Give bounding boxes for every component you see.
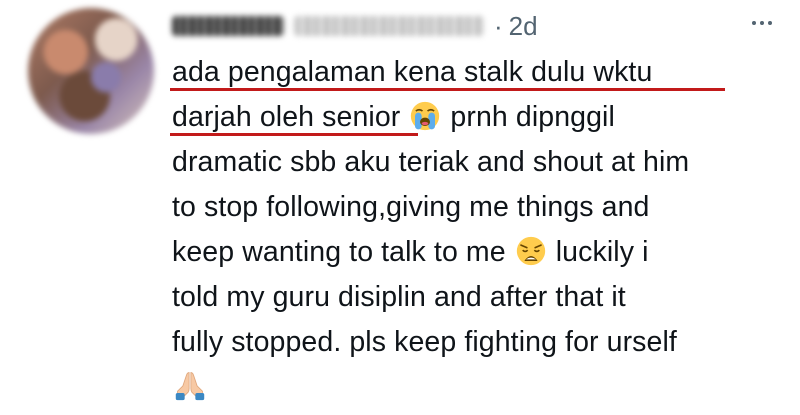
folded-hands-icon — [174, 369, 206, 401]
weary-face-icon — [516, 235, 546, 266]
more-horizontal-icon — [768, 21, 772, 25]
timestamp[interactable]: 2d — [509, 11, 538, 42]
text-segment: dramatic sbb aku teriak and shout at him — [172, 146, 690, 178]
text-line — [172, 365, 792, 410]
avatar[interactable] — [28, 8, 154, 134]
display-name-blurred[interactable] — [172, 16, 284, 36]
text-segment: ada pengalaman kena stalk dulu wktu — [172, 56, 653, 88]
handle-blurred[interactable] — [294, 16, 484, 36]
red-underline-annotation — [170, 133, 418, 136]
more-options-button[interactable] — [742, 8, 782, 38]
text-line: to stop following,giving me things and — [172, 185, 792, 230]
text-segment: luckily i — [547, 236, 649, 268]
text-segment: fully stopped. pls keep fighting for urs… — [172, 326, 677, 358]
tweet-header: · 2d — [172, 8, 538, 44]
text-segment: darjah oleh senior — [172, 101, 409, 133]
text-segment: prnh dipnggil — [442, 101, 615, 133]
red-underline-annotation — [170, 88, 725, 91]
loudly-crying-face-icon — [410, 100, 440, 131]
text-line: told my guru disiplin and after that it — [172, 275, 792, 320]
tweet-reply[interactable]: · 2d ada pengalaman kena stalk dulu wktu… — [0, 0, 800, 407]
text-segment: told my guru disiplin and after that it — [172, 281, 626, 313]
more-horizontal-icon — [760, 21, 764, 25]
text-segment: to stop following,giving me things and — [172, 191, 650, 223]
text-segment: keep wanting to talk to me — [172, 236, 514, 268]
text-line: fully stopped. pls keep fighting for urs… — [172, 320, 792, 365]
tweet-text: ada pengalaman kena stalk dulu wktu darj… — [172, 50, 792, 410]
text-line: keep wanting to talk to me luckily i — [172, 230, 792, 275]
text-line: dramatic sbb aku teriak and shout at him — [172, 140, 792, 185]
more-horizontal-icon — [752, 21, 756, 25]
separator-dot: · — [494, 10, 503, 41]
